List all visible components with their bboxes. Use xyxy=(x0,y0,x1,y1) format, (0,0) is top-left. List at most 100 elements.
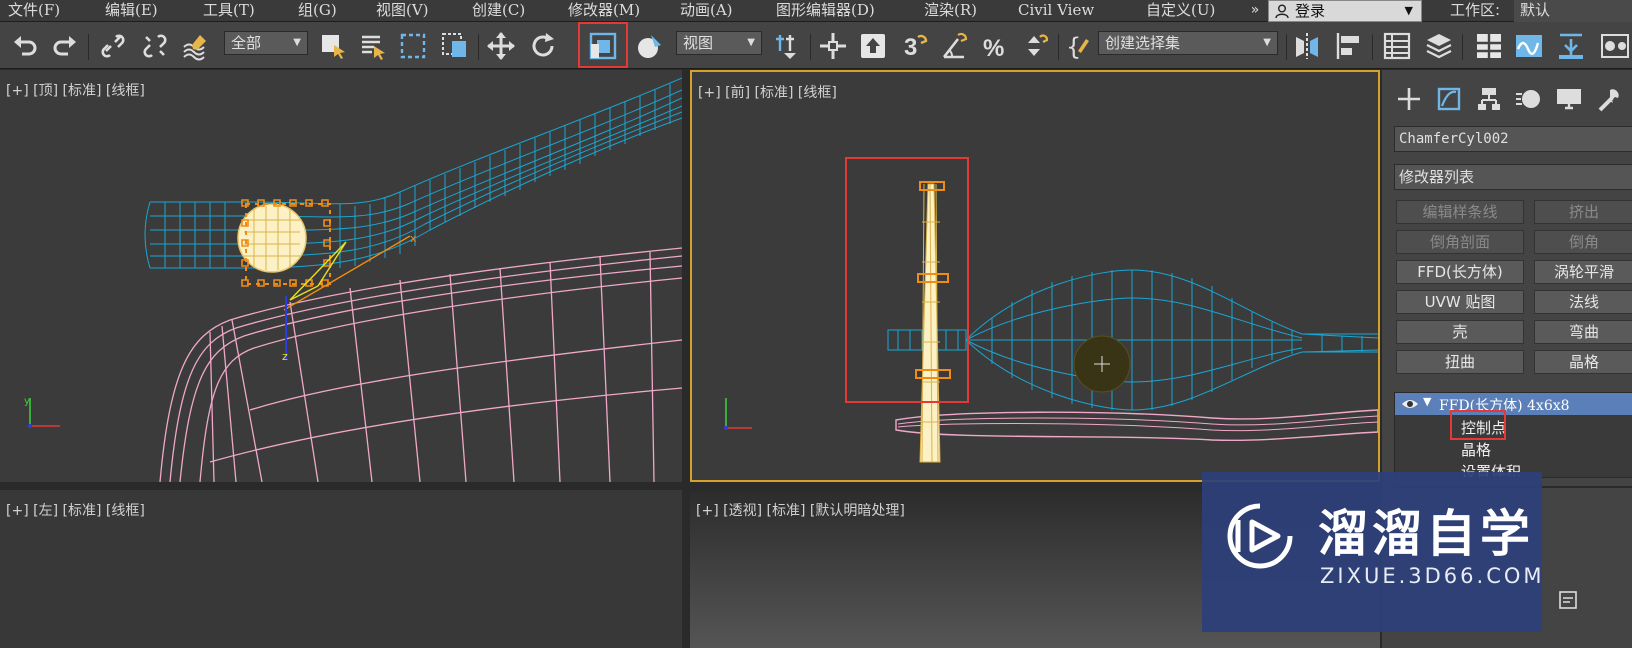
curve-editor-icon[interactable] xyxy=(1514,31,1544,61)
viewport-left[interactable]: [+] [左] [标准] [线框] xyxy=(0,490,682,648)
unlink-icon[interactable] xyxy=(140,31,170,61)
edit-named-selection-icon[interactable]: { xyxy=(1064,31,1094,61)
viewport-label-front[interactable]: [+] [前] [标准] [线框] xyxy=(698,82,837,102)
workspace-dropdown[interactable]: 默认 xyxy=(1514,0,1632,22)
menu-file[interactable]: 文件(F) xyxy=(8,0,60,22)
link-icon[interactable] xyxy=(98,31,128,61)
modifier-button-uvw-map[interactable]: UVW 贴图 xyxy=(1396,290,1524,314)
mirror-icon[interactable] xyxy=(1292,31,1322,61)
modifier-button-bend[interactable]: 弯曲 xyxy=(1534,320,1632,344)
svg-text:z: z xyxy=(282,350,288,363)
percent-snap-icon[interactable]: % xyxy=(980,31,1010,62)
named-selection-dropdown[interactable]: 创建选择集 ▼ xyxy=(1098,31,1278,55)
modifier-button-edit-spline[interactable]: 编辑样条线 xyxy=(1396,200,1524,224)
modifier-button-extrude[interactable]: 挤出 xyxy=(1534,200,1632,224)
modifier-button-twist[interactable]: 扭曲 xyxy=(1396,350,1524,374)
rectangular-selection-icon[interactable] xyxy=(398,31,428,61)
viewport-label-top[interactable]: [+] [顶] [标准] [线框] xyxy=(6,80,145,100)
scene-explorer-icon[interactable] xyxy=(1474,31,1504,61)
menu-rendering[interactable]: 渲染(R) xyxy=(924,0,977,22)
display-tab-icon[interactable] xyxy=(1554,84,1584,114)
expand-triangle-icon[interactable]: ▼ xyxy=(1423,395,1431,408)
menu-modifiers[interactable]: 修改器(M) xyxy=(568,0,640,22)
undo-icon[interactable] xyxy=(10,31,40,61)
rotate-icon[interactable] xyxy=(528,31,558,61)
select-manipulate-icon[interactable] xyxy=(818,31,848,61)
menu-create[interactable]: 创建(C) xyxy=(472,0,525,22)
viewport-label-perspective[interactable]: [+] [透视] [标准] [默认明暗处理] xyxy=(696,500,905,520)
menu-civil-view[interactable]: Civil View xyxy=(1018,0,1094,22)
material-editor-icon[interactable] xyxy=(1600,31,1630,61)
modifier-button-normal[interactable]: 法线 xyxy=(1534,290,1632,314)
motion-tab-icon[interactable] xyxy=(1514,84,1544,114)
schematic-view-icon[interactable] xyxy=(1556,31,1586,61)
select-by-name-icon[interactable] xyxy=(358,31,388,61)
bind-space-warp-icon[interactable] xyxy=(180,31,210,61)
viewport-front[interactable]: [+] [前] [标准] [线框] xyxy=(690,70,1380,482)
selection-filter-dropdown[interactable]: 全部 ▼ xyxy=(224,31,308,55)
window-crossing-icon[interactable] xyxy=(440,31,470,61)
hierarchy-tab-icon[interactable] xyxy=(1474,84,1504,114)
modifier-list-dropdown[interactable]: 修改器列表 xyxy=(1394,164,1632,190)
toggle-ribbon-icon[interactable] xyxy=(1424,31,1454,61)
viewport-top[interactable]: x z y [+] [顶] [标准] [线框] xyxy=(0,70,682,482)
utilities-tab-icon[interactable] xyxy=(1594,84,1624,114)
viewport-label-left[interactable]: [+] [左] [标准] [线框] xyxy=(6,500,145,520)
place-object-icon[interactable] xyxy=(634,31,664,61)
svg-text:{: { xyxy=(1066,33,1081,61)
layer-settings-icon[interactable] xyxy=(1558,590,1578,610)
align-icon[interactable] xyxy=(1334,31,1364,61)
svg-text:%: % xyxy=(983,35,1004,61)
svg-text:3: 3 xyxy=(904,34,917,61)
viewport-splitter-horizontal[interactable] xyxy=(0,482,1380,490)
menu-group[interactable]: 组(G) xyxy=(298,0,337,22)
modifier-button-shell[interactable]: 壳 xyxy=(1396,320,1524,344)
modifier-button-ffd-box[interactable]: FFD(长方体) xyxy=(1396,260,1524,284)
pink-mesh xyxy=(895,409,1378,441)
modify-tab-icon[interactable] xyxy=(1434,84,1464,114)
viewport-splitter-vertical[interactable] xyxy=(682,70,690,648)
modifier-button-bevel-profile[interactable]: 倒角剖面 xyxy=(1396,230,1524,254)
snaps-toggle-icon[interactable]: 3 xyxy=(900,31,930,61)
chevron-down-icon: ▼ xyxy=(293,37,301,48)
svg-text:y: y xyxy=(24,396,30,407)
move-icon[interactable] xyxy=(486,31,516,61)
layer-explorer-icon[interactable] xyxy=(1382,31,1412,61)
eye-icon[interactable] xyxy=(1401,396,1419,412)
user-icon xyxy=(1275,4,1289,19)
menu-overflow-icon[interactable]: » xyxy=(1246,0,1264,22)
create-tab-icon[interactable] xyxy=(1394,84,1424,114)
reference-coordinate-dropdown[interactable]: 视图 ▼ xyxy=(676,31,762,55)
angle-snap-icon[interactable] xyxy=(940,31,970,61)
menu-tools[interactable]: 工具(T) xyxy=(203,0,255,22)
menu-views[interactable]: 视图(V) xyxy=(376,0,429,22)
menu-animation[interactable]: 动画(A) xyxy=(680,0,733,22)
modifier-button-bevel[interactable]: 倒角 xyxy=(1534,230,1632,254)
menu-graph-editors[interactable]: 图形编辑器(D) xyxy=(776,0,875,22)
modifier-button-lattice[interactable]: 晶格 xyxy=(1534,350,1632,374)
redo-icon[interactable] xyxy=(50,31,80,61)
menu-edit[interactable]: 编辑(E) xyxy=(105,0,158,22)
menu-bar: 文件(F) 编辑(E) 工具(T) 组(G) 视图(V) 创建(C) 修改器(M… xyxy=(0,0,1632,22)
modifier-button-turbosmooth[interactable]: 涡轮平滑 xyxy=(1534,260,1632,284)
watermark-title: 溜溜自学 xyxy=(1318,505,1534,563)
login-label: 登录 xyxy=(1295,2,1326,20)
spinner-snap-icon[interactable] xyxy=(1020,31,1050,61)
reference-coordinate-value: 视图 xyxy=(683,34,714,52)
menu-customize[interactable]: 自定义(U) xyxy=(1146,0,1215,22)
object-name-field[interactable]: ChamferCyl002 xyxy=(1394,126,1632,152)
pivot-center-icon[interactable] xyxy=(772,31,802,61)
axis-tripod: y xyxy=(24,396,60,428)
workspace-label: 工作区: xyxy=(1450,1,1501,19)
sub-object-lattice[interactable]: 晶格 xyxy=(1461,439,1491,460)
3dsmax-window: 文件(F) 编辑(E) 工具(T) 组(G) 视图(V) 创建(C) 修改器(M… xyxy=(0,0,1632,648)
top-view-scene: x z y xyxy=(24,77,682,482)
toolbar-divider xyxy=(478,34,479,60)
login-dropdown[interactable]: 登录 ▼ xyxy=(1268,0,1422,22)
keyboard-shortcut-override-icon[interactable] xyxy=(858,31,888,61)
named-selection-value: 创建选择集 xyxy=(1105,34,1181,52)
squash-tool-highlight xyxy=(578,22,628,68)
select-object-icon[interactable] xyxy=(318,31,348,61)
watermark-subtitle: ZIXUE.3D66.COM xyxy=(1320,564,1545,588)
blue-mesh xyxy=(887,269,1378,411)
